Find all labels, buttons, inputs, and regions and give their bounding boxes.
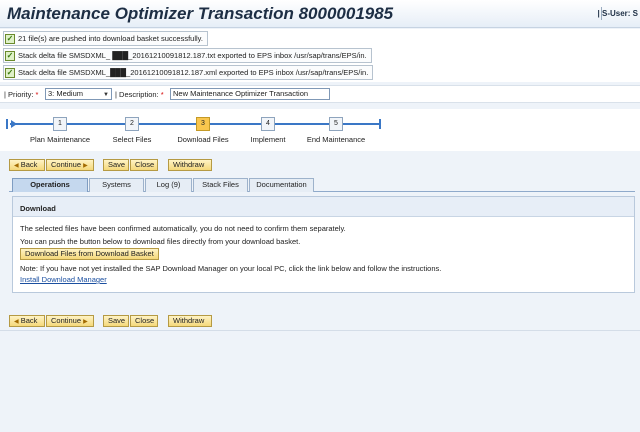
tab-systems[interactable]: Systems [89, 178, 144, 192]
roadmap-end-marker [377, 119, 381, 129]
empty-content-area [0, 330, 640, 432]
message-area: ✓ 21 file(s) are pushed into download ba… [0, 29, 640, 82]
panel-header: Download [13, 197, 634, 217]
transaction-form: | Priority: * 3: Medium ▼ | Description:… [0, 85, 640, 103]
panel-title: Download [20, 204, 56, 213]
roadmap-step-label: Plan Maintenance [29, 135, 91, 144]
dropdown-arrow-icon: ▼ [103, 92, 109, 98]
roadmap-step-3[interactable]: 3 [196, 117, 210, 131]
download-panel: Download The selected files have been co… [12, 196, 635, 293]
install-download-manager-link[interactable]: Install Download Manager [20, 275, 107, 284]
title-bar: Maintenance Optimizer Transaction 800000… [0, 0, 640, 28]
tab-documentation[interactable]: Documentation [249, 178, 314, 192]
message-row: ✓ 21 file(s) are pushed into download ba… [3, 31, 208, 46]
info-text: You can push the button below to downloa… [20, 237, 301, 246]
close-button[interactable]: Close [130, 315, 158, 327]
message-text: 21 file(s) are pushed into download bask… [18, 34, 203, 43]
roadmap-step-label: End Maintenance [306, 135, 366, 144]
priority-select[interactable]: 3: Medium ▼ [45, 88, 112, 100]
roadmap: 1 Plan Maintenance 2 Select Files 3 Down… [0, 109, 640, 151]
page-title: Maintenance Optimizer Transaction 800000… [7, 4, 394, 23]
tab-operations[interactable]: Operations [12, 178, 88, 192]
back-button[interactable]: ◀ Back [9, 315, 45, 327]
arrow-left-icon: ◀ [14, 319, 19, 325]
roadmap-arrow-icon [11, 120, 17, 128]
withdraw-button[interactable]: Withdraw [168, 315, 212, 327]
roadmap-step-label: Select Files [112, 135, 152, 144]
tab-log[interactable]: Log (9) [145, 178, 192, 192]
back-button[interactable]: ◀ Back [9, 159, 45, 171]
close-button[interactable]: Close [130, 159, 158, 171]
success-check-icon: ✓ [5, 33, 15, 44]
success-check-icon: ✓ [5, 50, 15, 61]
message-text: Stack delta file SMSDXML_ ███_2016121009… [18, 51, 367, 60]
continue-button[interactable]: Continue ▶ [46, 159, 94, 171]
info-text: The selected files have been confirmed a… [20, 224, 346, 233]
roadmap-step-5[interactable]: 5 [329, 117, 343, 131]
download-files-button[interactable]: Download Files from Download Basket [20, 248, 159, 260]
success-check-icon: ✓ [5, 67, 15, 78]
arrow-right-icon: ▶ [83, 319, 88, 325]
tab-stack-files[interactable]: Stack Files [193, 178, 248, 192]
roadmap-step-1[interactable]: 1 [53, 117, 67, 131]
description-label: | Description: * [115, 90, 164, 99]
priority-value: 3: Medium [48, 89, 84, 98]
message-text: Stack delta file SMSDXML_███_20161210091… [18, 68, 369, 77]
arrow-left-icon: ◀ [14, 163, 19, 169]
tab-strip: Operations Systems Log (9) Stack Files D… [9, 178, 635, 192]
user-info: | S-User: S [597, 9, 638, 18]
roadmap-step-4[interactable]: 4 [261, 117, 275, 131]
message-row: ✓ Stack delta file SMSDXML_ ███_20161210… [3, 48, 372, 63]
withdraw-button[interactable]: Withdraw [168, 159, 212, 171]
priority-label: | Priority: * [4, 90, 39, 99]
save-button[interactable]: Save [103, 315, 129, 327]
arrow-right-icon: ▶ [83, 163, 88, 169]
note-text: Note: If you have not yet installed the … [20, 264, 442, 273]
roadmap-step-2[interactable]: 2 [125, 117, 139, 131]
continue-button[interactable]: Continue ▶ [46, 315, 94, 327]
save-button[interactable]: Save [103, 159, 129, 171]
description-input[interactable]: New Maintenance Optimizer Transaction [170, 88, 330, 100]
message-row: ✓ Stack delta file SMSDXML_███_201612100… [3, 65, 374, 80]
